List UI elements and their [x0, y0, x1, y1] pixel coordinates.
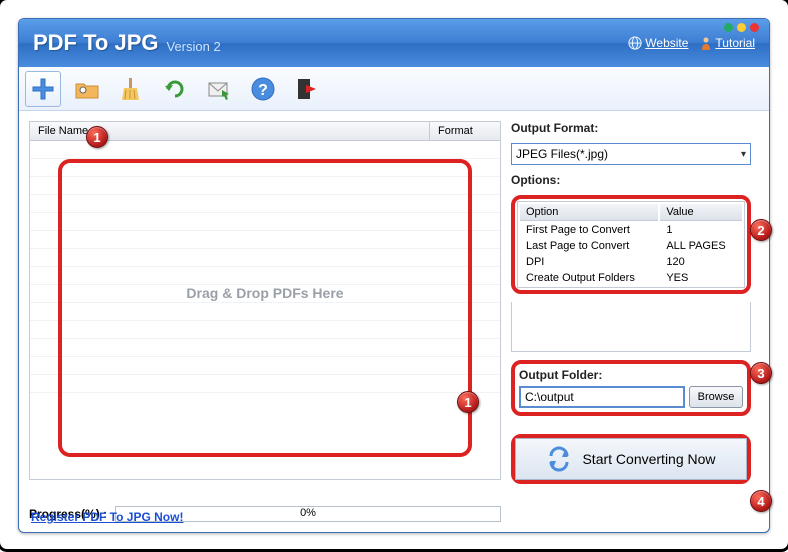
- output-format-select[interactable]: JPEG Files(*.jpg) ▾: [511, 143, 751, 165]
- start-converting-button[interactable]: Start Converting Now: [515, 438, 747, 480]
- output-folder-input[interactable]: C:\output: [519, 386, 685, 408]
- options-header-option[interactable]: Option: [520, 204, 658, 221]
- annotation-frame-3: Output Folder: C:\output Browse: [511, 360, 751, 416]
- header-links: Website Tutorial: [628, 36, 755, 50]
- window-controls: [724, 23, 759, 32]
- annotation-frame-1: [58, 159, 472, 457]
- plus-icon: [29, 75, 57, 103]
- min-dot[interactable]: [724, 23, 733, 32]
- annotation-badge-1b: 1: [457, 391, 479, 413]
- convert-icon: [546, 446, 572, 472]
- toolbar: ?: [19, 67, 769, 111]
- refresh-icon: [162, 76, 188, 102]
- left-panel: File Name Format Drag & Drop PDFs Here P…: [29, 121, 501, 522]
- annotation-badge-4: 4: [750, 490, 772, 512]
- add-folder-button[interactable]: [69, 71, 105, 107]
- app-version: Version 2: [167, 39, 221, 54]
- exit-button[interactable]: [289, 71, 325, 107]
- max-dot[interactable]: [737, 23, 746, 32]
- email-button[interactable]: [201, 71, 237, 107]
- options-table[interactable]: Option Value First Page to Convert1 Last…: [517, 201, 745, 288]
- options-header-value[interactable]: Value: [660, 204, 742, 221]
- svg-text:?: ?: [258, 82, 268, 99]
- options-label: Options:: [511, 173, 751, 187]
- file-list[interactable]: Drag & Drop PDFs Here: [29, 140, 501, 480]
- help-icon: ?: [250, 76, 276, 102]
- drop-hint: Drag & Drop PDFs Here: [186, 285, 343, 301]
- table-row: Last Page to ConvertALL PAGES: [520, 239, 742, 253]
- content-area: File Name Format Drag & Drop PDFs Here P…: [19, 111, 769, 532]
- progress-value: 0%: [300, 507, 316, 519]
- app-title: PDF To JPG: [33, 30, 159, 56]
- table-row: DPI120: [520, 255, 742, 269]
- clear-button[interactable]: [113, 71, 149, 107]
- broom-icon: [118, 76, 144, 102]
- titlebar: PDF To JPG Version 2 Website Tutorial: [19, 19, 769, 67]
- refresh-button[interactable]: [157, 71, 193, 107]
- website-link[interactable]: Website: [628, 36, 688, 50]
- globe-icon: [628, 36, 642, 50]
- register-link[interactable]: Register PDF To JPG Now!: [31, 510, 183, 524]
- mail-icon: [206, 76, 232, 102]
- table-row: First Page to Convert1: [520, 223, 742, 237]
- browse-button[interactable]: Browse: [689, 386, 743, 408]
- annotation-badge-2: 2: [750, 219, 772, 241]
- chevron-down-icon: ▾: [741, 149, 746, 160]
- col-format[interactable]: Format: [430, 122, 500, 140]
- annotation-frame-4: Start Converting Now: [511, 434, 751, 484]
- app-window: PDF To JPG Version 2 Website Tutorial: [18, 18, 770, 533]
- annotation-badge-3: 3: [750, 362, 772, 384]
- tutorial-link[interactable]: Tutorial: [700, 36, 755, 50]
- options-blank: [511, 302, 751, 352]
- person-icon: [700, 36, 712, 50]
- close-dot[interactable]: [750, 23, 759, 32]
- table-row: Create Output FoldersYES: [520, 271, 742, 285]
- annotation-frame-2: Option Value First Page to Convert1 Last…: [511, 195, 751, 294]
- exit-icon: [294, 76, 320, 102]
- folder-search-icon: [74, 76, 100, 102]
- right-panel: Output Format: JPEG Files(*.jpg) ▾ Optio…: [511, 121, 751, 522]
- annotation-badge-1a: 1: [86, 126, 108, 148]
- help-button[interactable]: ?: [245, 71, 281, 107]
- add-file-button[interactable]: [25, 71, 61, 107]
- output-folder-label: Output Folder:: [519, 368, 743, 382]
- output-format-label: Output Format:: [511, 121, 751, 135]
